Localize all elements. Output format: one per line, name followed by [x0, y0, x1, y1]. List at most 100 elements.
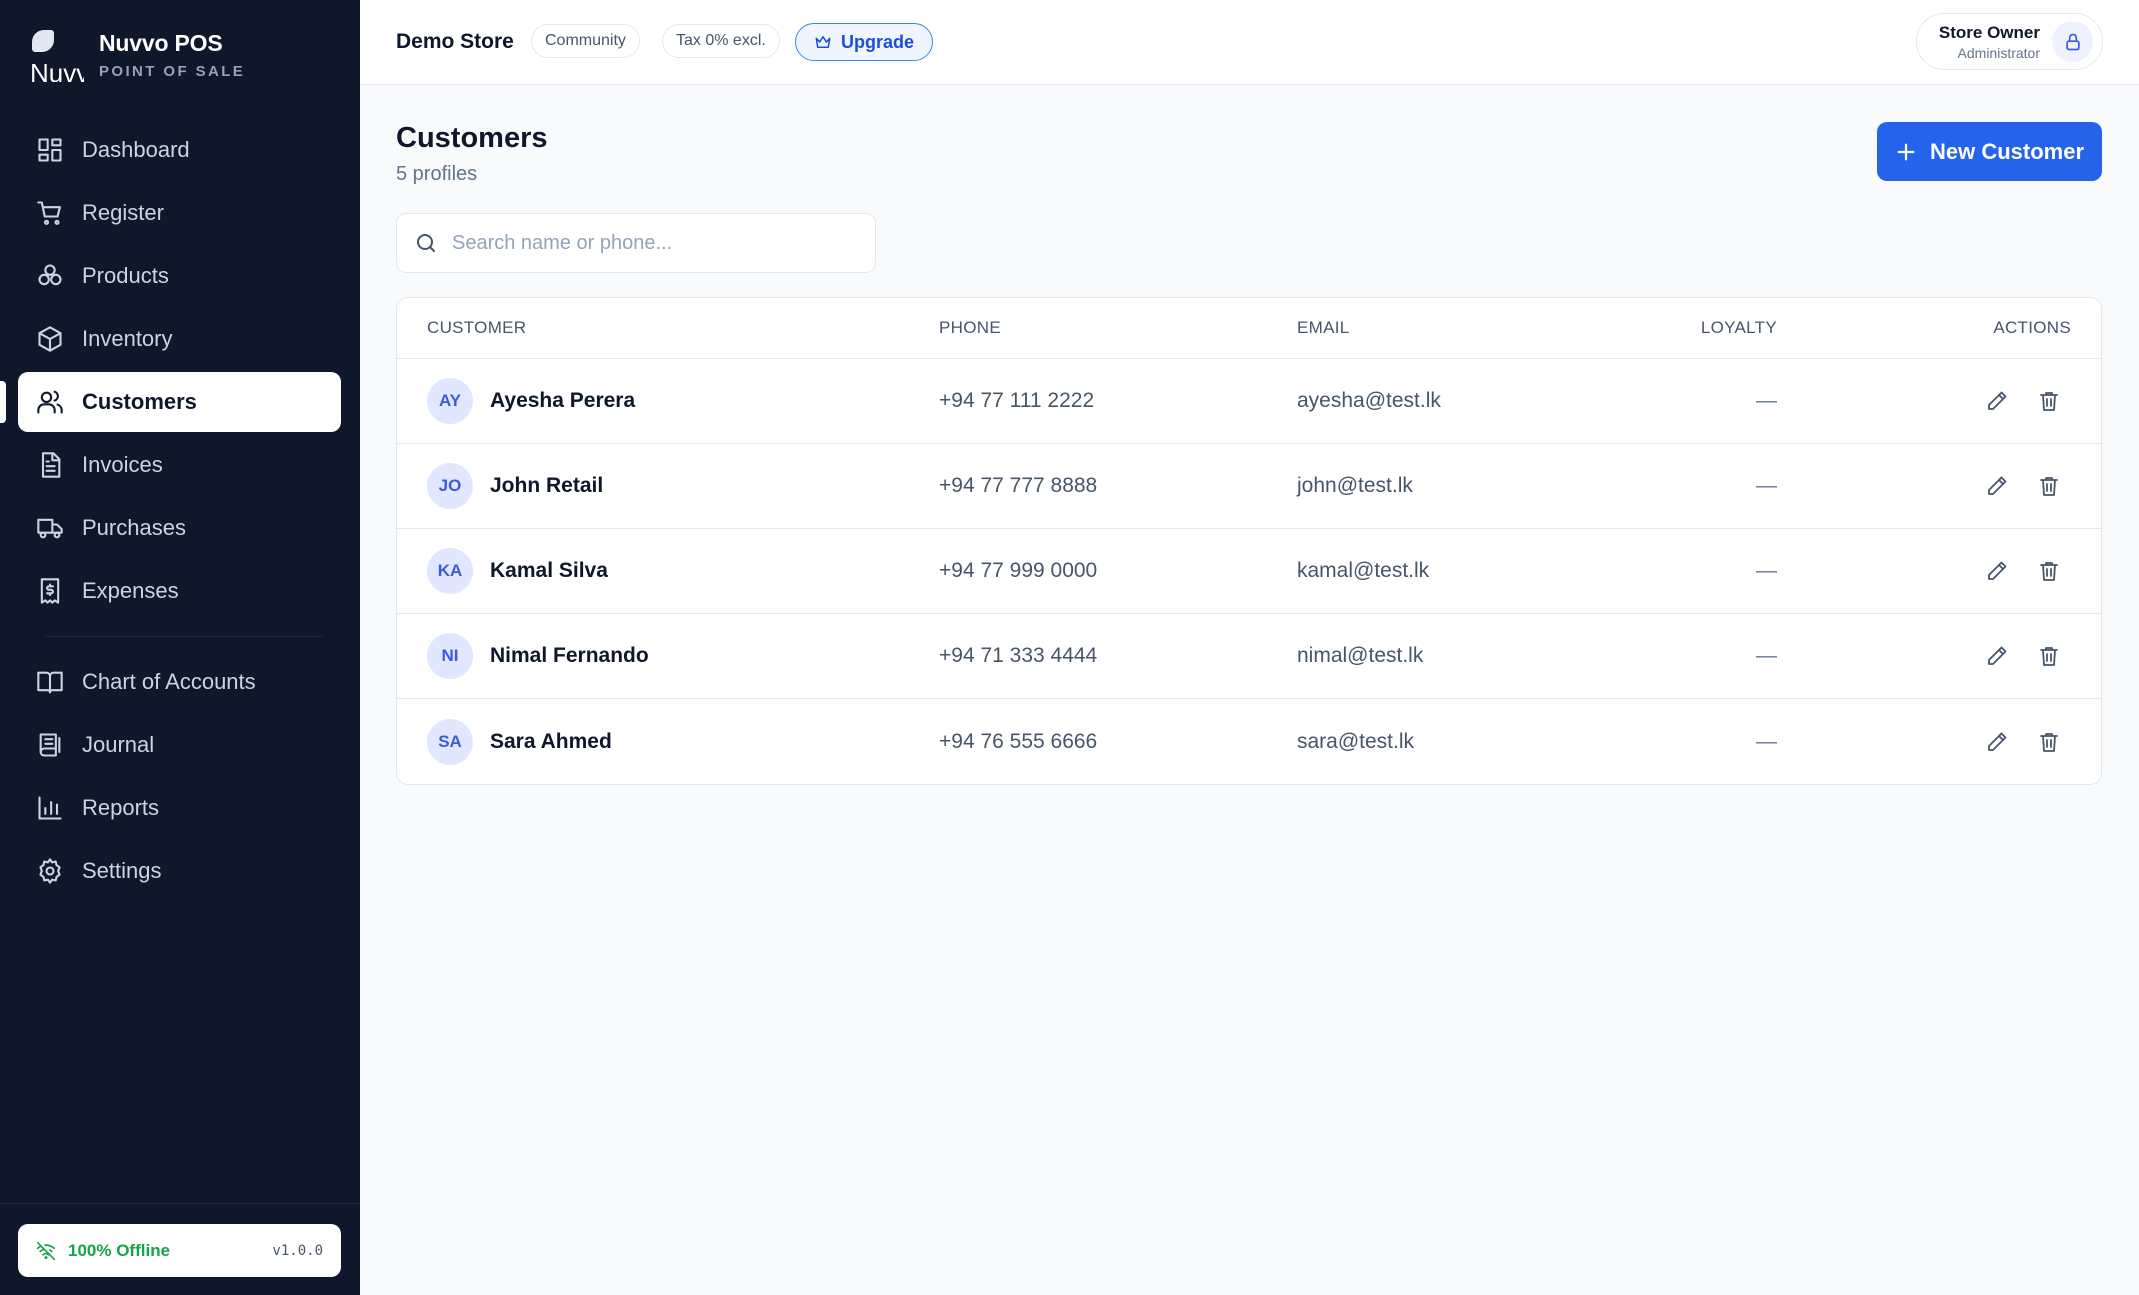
brand-subtitle: POINT OF SALE: [99, 63, 246, 80]
dashboard-icon: [38, 138, 62, 162]
sidebar-item-dashboard[interactable]: Dashboard: [18, 120, 341, 180]
table-row[interactable]: NI Nimal Fernando +94 71 333 4444 nimal@t…: [397, 614, 2101, 699]
column-header-email: EMAIL: [1297, 318, 1350, 337]
customers-table: CUSTOMER PHONE EMAIL LOYALTY ACTIONS AY A…: [396, 297, 2102, 785]
sidebar-nav-accounting: Chart of Accounts Journal Reports Settin…: [18, 652, 341, 904]
lock-button[interactable]: [2052, 21, 2093, 62]
column-header-phone: PHONE: [939, 318, 1001, 337]
bar-chart-icon: [38, 796, 62, 820]
crown-icon: [815, 36, 831, 48]
customer-loyalty: —: [1756, 559, 1777, 582]
book-icon: [37, 671, 63, 694]
sidebar-item-reports[interactable]: Reports: [18, 778, 341, 838]
sidebar-item-inventory[interactable]: Inventory: [18, 309, 341, 369]
trash-icon[interactable]: [2037, 730, 2061, 754]
customer-phone: +94 77 777 8888: [939, 474, 1098, 497]
table-row[interactable]: SA Sara Ahmed +94 76 555 6666 sara@test.l…: [397, 699, 2101, 784]
plan-badge: Community: [531, 24, 640, 58]
brand[interactable]: Nuvv Nuvvo POS POINT OF SALE: [30, 28, 245, 82]
sidebar-item-label: Reports: [82, 795, 160, 820]
cart-icon: [37, 201, 61, 225]
search-input[interactable]: [452, 231, 852, 255]
column-header-loyalty: LOYALTY: [1700, 318, 1777, 337]
sidebar-item-register[interactable]: Register: [18, 183, 341, 243]
sidebar-item-label: Dashboard: [82, 137, 190, 162]
search-icon: [417, 234, 435, 252]
sidebar-item-label: Journal: [82, 732, 155, 757]
customer-phone: +94 77 111 2222: [939, 389, 1095, 412]
edit-icon[interactable]: [1985, 644, 2009, 668]
column-header-customer: CUSTOMER: [427, 318, 527, 337]
sidebar-item-settings[interactable]: Settings: [18, 841, 341, 901]
sidebar-item-chart-of-accounts[interactable]: Chart of Accounts: [18, 652, 341, 712]
edit-icon[interactable]: [1985, 730, 2009, 754]
sidebar-item-label: Expenses: [82, 578, 179, 603]
top-header: Demo Store Community Tax 0% excl. Upgrad…: [360, 0, 2139, 85]
sidebar-item-journal[interactable]: Journal: [18, 715, 341, 775]
sidebar-item-customers[interactable]: Customers: [18, 372, 341, 432]
customer-loyalty: —: [1756, 474, 1777, 497]
new-customer-button[interactable]: New Customer: [1877, 122, 2102, 181]
trash-icon[interactable]: [2037, 474, 2061, 498]
column-header-actions: ACTIONS: [1993, 318, 2071, 337]
sidebar-item-label: Register: [82, 200, 164, 225]
tax-badge: Tax 0% excl.: [662, 24, 780, 58]
invoice-icon: [41, 452, 61, 478]
edit-icon[interactable]: [1985, 559, 2009, 583]
customer-name: Sara Ahmed: [490, 729, 612, 753]
journal-icon: [39, 733, 61, 757]
customer-name: Ayesha Perera: [490, 389, 636, 412]
sidebar-item-expenses[interactable]: Expenses: [18, 561, 341, 621]
gear-icon: [39, 858, 61, 884]
wifi-off-icon: [36, 1241, 56, 1260]
avatar: SA: [427, 718, 473, 765]
sidebar-footer: 100% Offline v1.0.0: [0, 1203, 360, 1277]
table-header: CUSTOMER PHONE EMAIL LOYALTY ACTIONS: [397, 298, 2101, 359]
nav-divider: [45, 636, 323, 637]
users-icon: [37, 390, 63, 414]
lock-icon: [2065, 33, 2080, 50]
avatar: KA: [427, 548, 473, 594]
trash-icon[interactable]: [2037, 389, 2061, 413]
offline-label: 100% Offline: [68, 1240, 171, 1260]
trash-icon[interactable]: [2037, 559, 2061, 583]
customer-loyalty: —: [1756, 729, 1777, 753]
brand-logo-text: Nuvv: [30, 58, 84, 82]
offline-status[interactable]: 100% Offline v1.0.0: [18, 1224, 341, 1277]
upgrade-button[interactable]: Upgrade: [795, 23, 934, 61]
sidebar-item-label: Inventory: [82, 326, 173, 351]
plus-icon: [1897, 143, 1915, 160]
store-name[interactable]: Demo Store: [396, 30, 514, 54]
version-label: v1.0.0: [272, 1242, 323, 1259]
customer-phone: +94 77 999 0000: [939, 559, 1098, 582]
search-box[interactable]: [396, 213, 876, 273]
avatar: AY: [427, 378, 473, 424]
customer-email: john@test.lk: [1297, 474, 1413, 497]
avatar: JO: [427, 463, 473, 509]
box-icon: [38, 326, 62, 352]
table-row[interactable]: KA Kamal Silva +94 77 999 0000 kamal@test…: [397, 529, 2101, 614]
user-menu[interactable]: Store Owner Administrator: [1916, 13, 2103, 70]
customer-name: Kamal Silva: [490, 559, 608, 582]
table-row[interactable]: JO John Retail +94 77 777 8888 john@test.…: [397, 444, 2101, 529]
customer-email: sara@test.lk: [1297, 729, 1415, 753]
edit-icon[interactable]: [1985, 389, 2009, 413]
table-row[interactable]: AY Ayesha Perera +94 77 111 2222 ayesha@t…: [397, 359, 2101, 444]
edit-icon[interactable]: [1985, 474, 2009, 498]
page-title: Customers: [396, 122, 548, 154]
sidebar-item-products[interactable]: Products: [18, 246, 341, 306]
sidebar-item-purchases[interactable]: Purchases: [18, 498, 341, 558]
brand-name: Nuvvo POS: [99, 30, 223, 56]
user-role: Administrator: [1957, 44, 2040, 61]
sidebar-item-label: Settings: [82, 858, 162, 883]
customer-name: John Retail: [490, 474, 604, 497]
sidebar-item-label: Customers: [82, 389, 197, 414]
new-customer-label: New Customer: [1929, 138, 2085, 164]
sidebar-item-label: Chart of Accounts: [82, 669, 256, 694]
sidebar-item-invoices[interactable]: Invoices: [18, 435, 341, 495]
customer-phone: +94 76 555 6666: [939, 729, 1098, 753]
customer-email: ayesha@test.lk: [1297, 389, 1441, 412]
brand-logo: Nuvv: [30, 28, 84, 82]
products-icon: [38, 264, 62, 286]
trash-icon[interactable]: [2037, 644, 2061, 668]
